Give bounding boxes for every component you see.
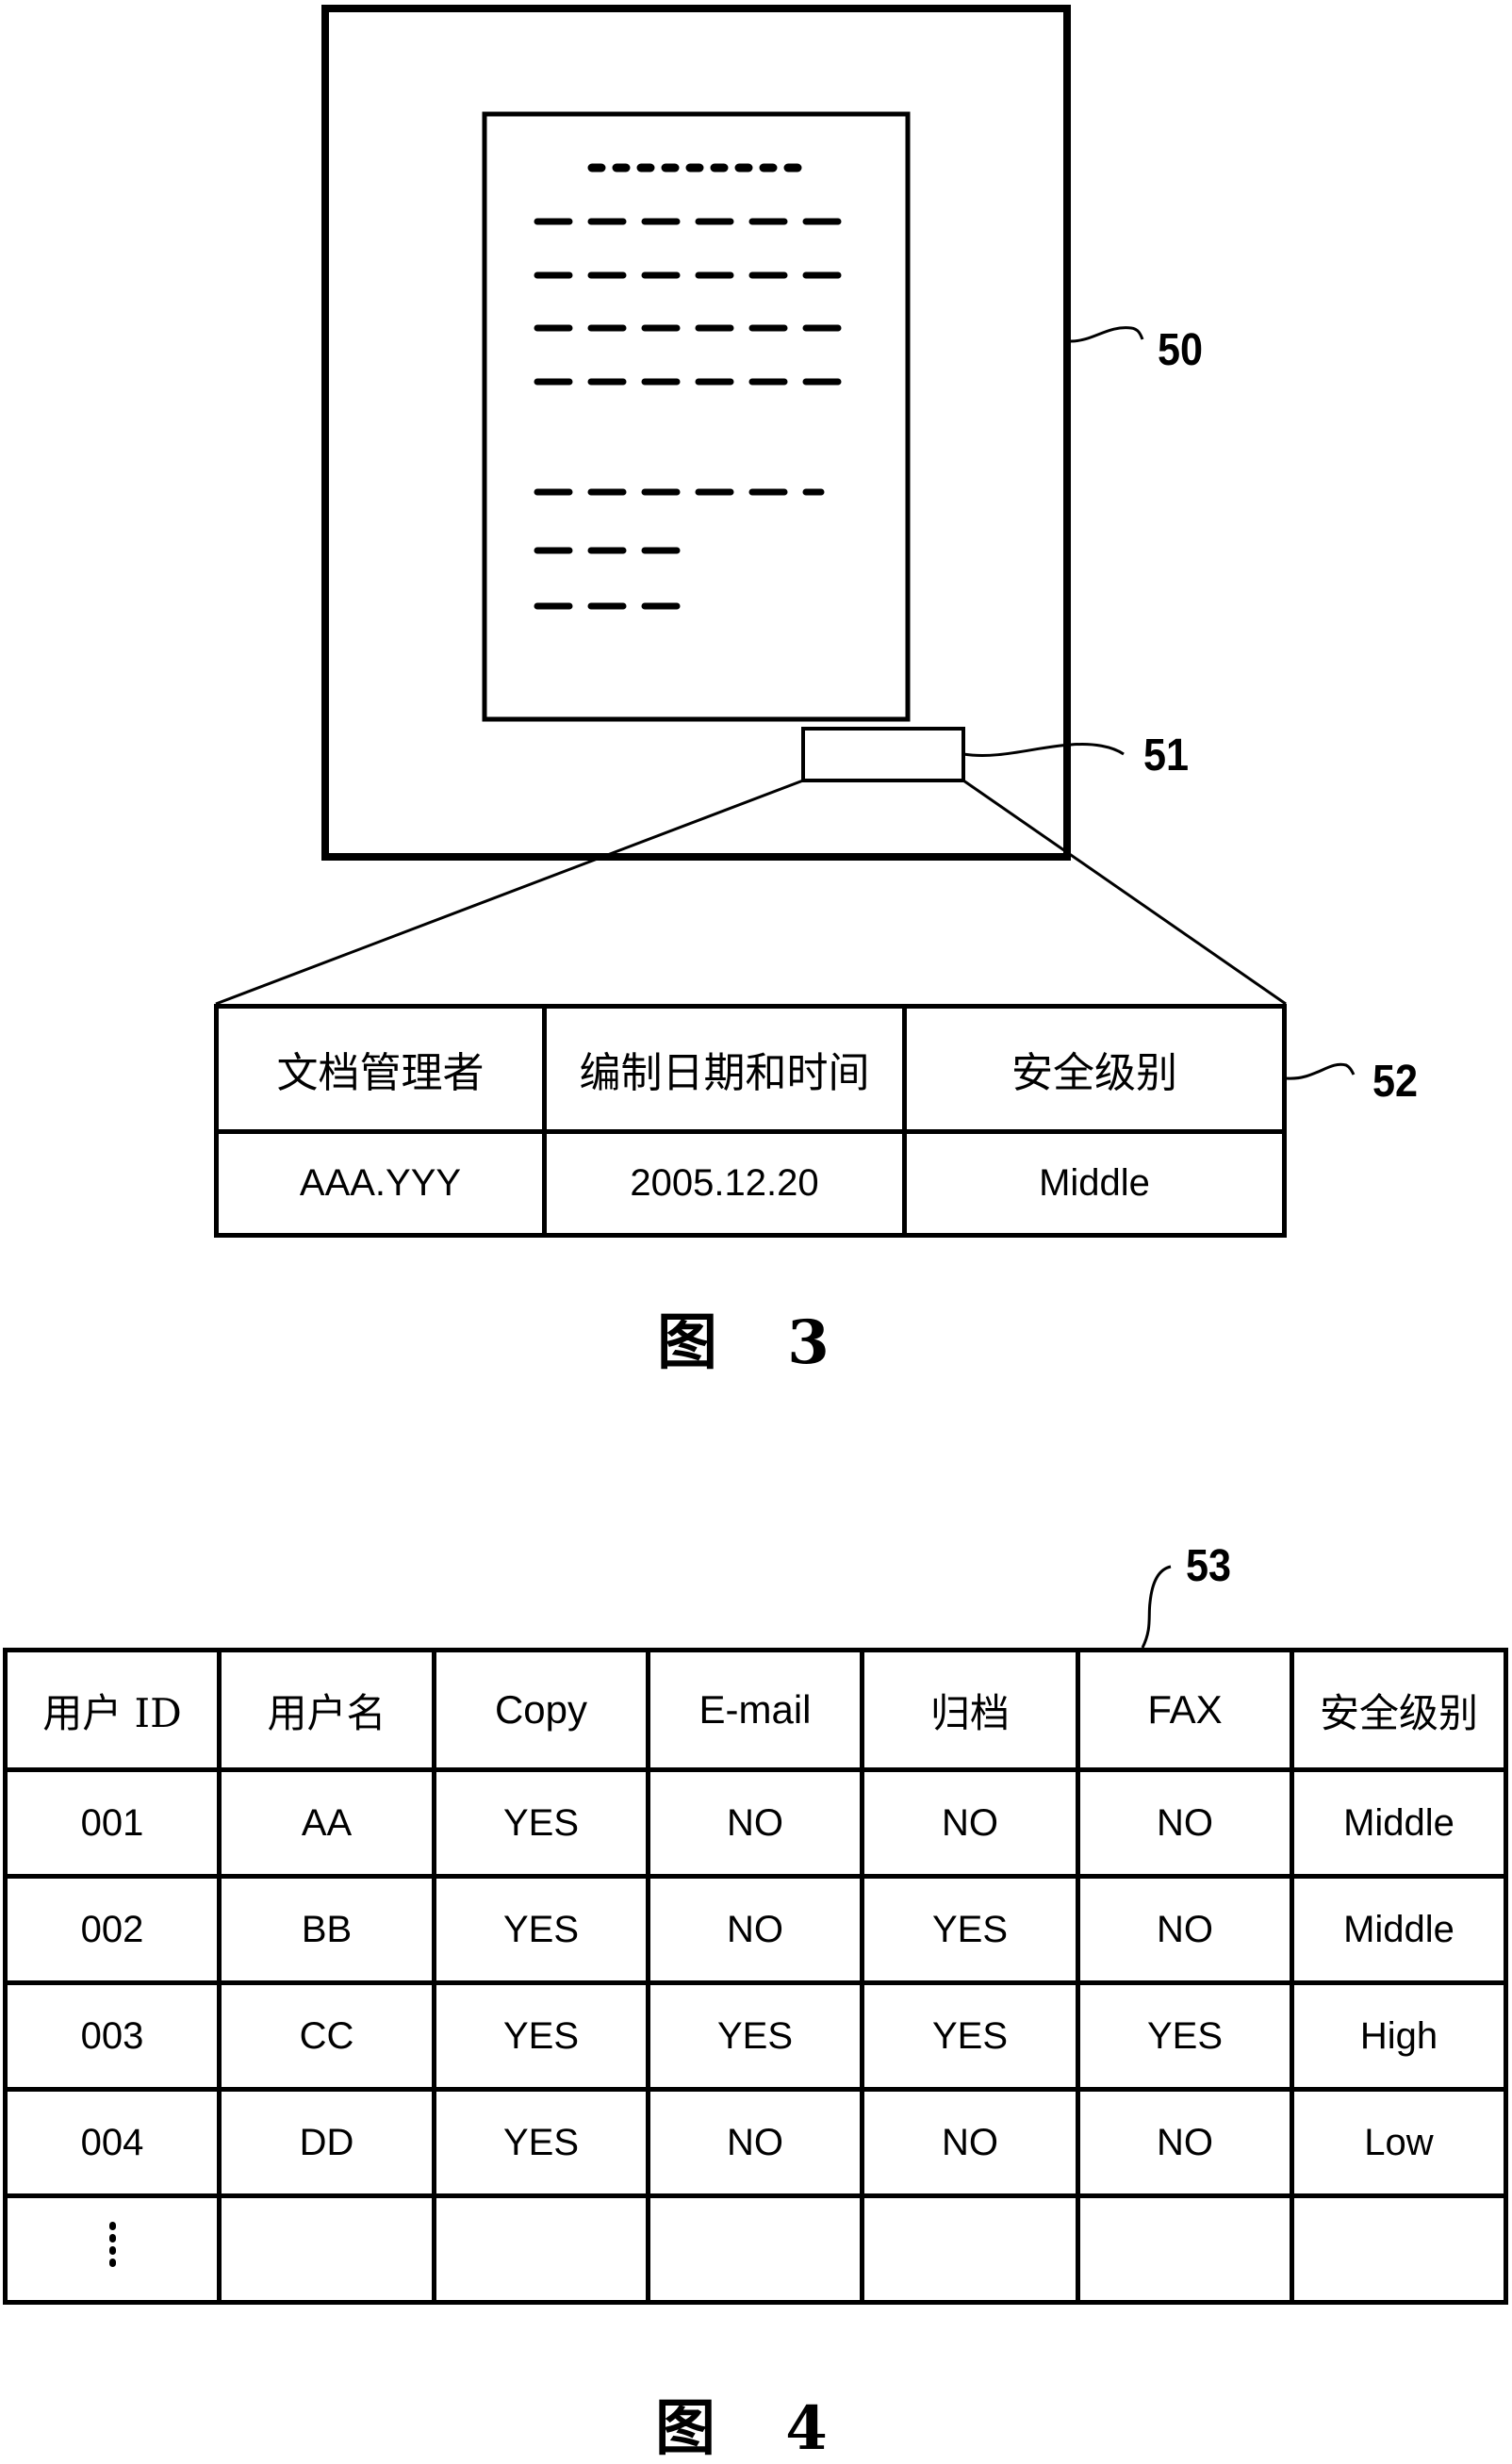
cell-email: NO <box>646 1874 864 1985</box>
cell-security-level: Middle <box>1290 1767 1508 1879</box>
cell-user-name: AA <box>217 1767 436 1879</box>
table-row: 001 AA YES NO NO NO Middle <box>3 1767 1508 1879</box>
vertical-ellipsis-icon <box>108 2218 116 2271</box>
cell-fax: YES <box>1076 1980 1294 2092</box>
header-creation-datetime: 编制日期和时间 <box>542 1004 907 1134</box>
cell-user-name: CC <box>217 1980 436 2092</box>
info-table-header-row: 文档管理者 编制日期和时间 安全级别 <box>214 1004 1287 1134</box>
empty-cell <box>432 2193 650 2305</box>
cell-fax: NO <box>1076 1767 1294 1879</box>
header-security-level: 安全级别 <box>902 1004 1287 1134</box>
cell-copy: YES <box>432 1980 650 2092</box>
cell-user-name: DD <box>217 2087 436 2198</box>
cell-archive: NO <box>860 2087 1080 2198</box>
value-creation-datetime: 2005.12.20 <box>542 1129 907 1238</box>
cell-user-id: 004 <box>3 2087 222 2198</box>
user-table-header-row: 用户 ID 用户名 Copy E-mail 归档 FAX 安全级别 <box>3 1648 1508 1772</box>
empty-cell <box>860 2193 1080 2305</box>
cell-security-level: High <box>1290 1980 1508 2092</box>
cell-user-name: BB <box>217 1874 436 1985</box>
leader-line-51 <box>962 743 1125 757</box>
ref-label-51: 51 <box>1143 731 1190 780</box>
cell-archive: YES <box>860 1980 1080 2092</box>
cell-email: YES <box>646 1980 864 2092</box>
value-document-manager: AAA.YYY <box>214 1129 547 1238</box>
leader-line-50 <box>1070 326 1144 343</box>
header-user-name: 用户名 <box>217 1648 436 1772</box>
cell-security-level: Middle <box>1290 1874 1508 1985</box>
header-archive: 归档 <box>860 1648 1080 1772</box>
header-copy: Copy <box>432 1648 650 1772</box>
continuation-ellipsis-icon <box>3 2193 222 2305</box>
ref-label-50: 50 <box>1158 325 1204 375</box>
empty-cell <box>1076 2193 1294 2305</box>
cell-copy: YES <box>432 1767 650 1879</box>
info-area-box-51 <box>801 727 965 782</box>
cell-user-id: 002 <box>3 1874 222 1985</box>
cell-security-level: Low <box>1290 2087 1508 2198</box>
ref-label-53: 53 <box>1186 1541 1232 1591</box>
empty-cell <box>646 2193 864 2305</box>
empty-cell <box>217 2193 436 2305</box>
value-security-level: Middle <box>902 1129 1287 1238</box>
projection-line-left <box>215 779 804 1006</box>
empty-cell <box>1290 2193 1508 2305</box>
document-page <box>482 111 911 722</box>
cell-fax: NO <box>1076 2087 1294 2198</box>
ref-label-52: 52 <box>1372 1057 1419 1107</box>
leader-line-53 <box>1141 1565 1172 1649</box>
cell-archive: YES <box>860 1874 1080 1985</box>
figure-4-caption: 图 4 <box>655 2393 852 2464</box>
document-text-lines <box>534 163 842 610</box>
header-security-level: 安全级别 <box>1290 1648 1508 1772</box>
table-row: 002 BB YES NO YES NO Middle <box>3 1874 1508 1985</box>
cell-fax: NO <box>1076 1874 1294 1985</box>
table-row-continuation <box>3 2193 1508 2305</box>
header-fax: FAX <box>1076 1648 1294 1772</box>
table-row: 003 CC YES YES YES YES High <box>3 1980 1508 2092</box>
header-email: E-mail <box>646 1648 864 1772</box>
document-info-table: 文档管理者 编制日期和时间 安全级别 AAA.YYY 2005.12.20 Mi… <box>214 1004 1287 1238</box>
header-user-id: 用户 ID <box>3 1648 222 1772</box>
table-row: 004 DD YES NO NO NO Low <box>3 2087 1508 2198</box>
info-table-value-row: AAA.YYY 2005.12.20 Middle <box>214 1129 1287 1238</box>
cell-archive: NO <box>860 1767 1080 1879</box>
cell-email: NO <box>646 1767 864 1879</box>
cell-email: NO <box>646 2087 864 2198</box>
leader-line-52 <box>1286 1062 1356 1080</box>
cell-copy: YES <box>432 2087 650 2198</box>
cell-user-id: 001 <box>3 1767 222 1879</box>
header-document-manager: 文档管理者 <box>214 1004 547 1134</box>
cell-user-id: 003 <box>3 1980 222 2092</box>
cell-copy: YES <box>432 1874 650 1985</box>
user-permission-table: 用户 ID 用户名 Copy E-mail 归档 FAX 安全级别 001 AA… <box>3 1648 1508 2305</box>
figure-3-caption: 图 3 <box>657 1307 854 1378</box>
projection-line-right <box>962 779 1287 1006</box>
